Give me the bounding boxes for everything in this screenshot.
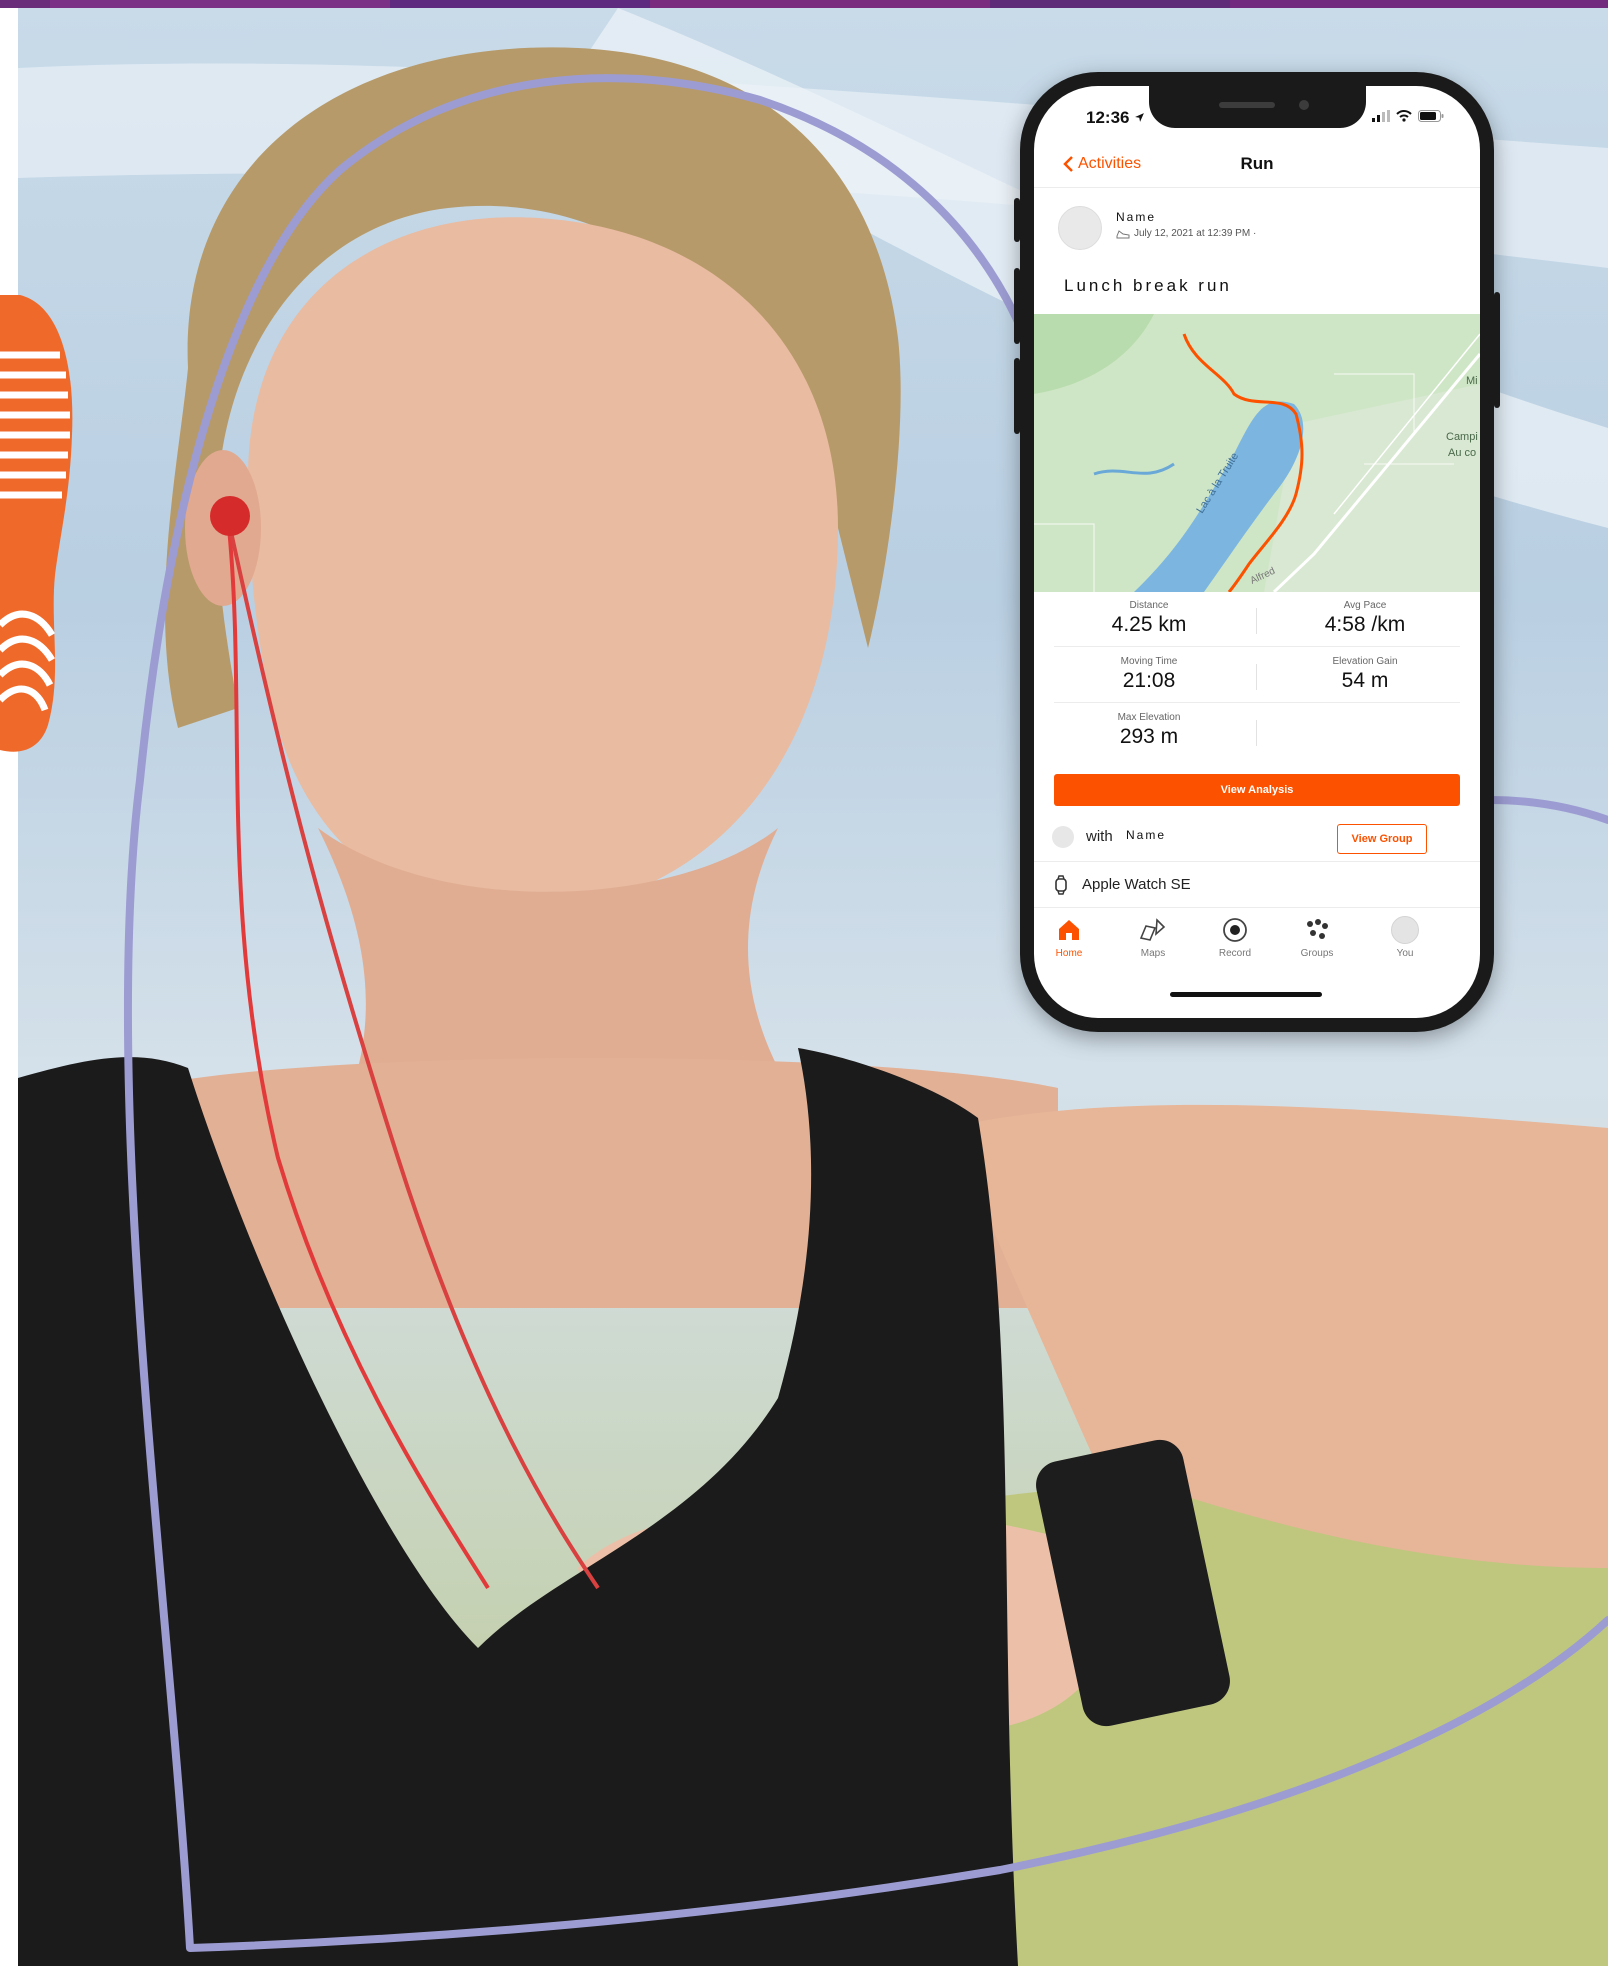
athlete-name[interactable]: Name xyxy=(1116,210,1156,224)
activity-date: July 12, 2021 at 12:39 PM · xyxy=(1116,228,1256,239)
stat-label: Distance xyxy=(1129,600,1169,611)
stat-label: Avg Pace xyxy=(1343,600,1387,611)
tab-you[interactable]: You xyxy=(1370,916,1440,959)
tab-label: Record xyxy=(1218,948,1252,959)
home-indicator[interactable] xyxy=(1170,992,1322,997)
stat-moving-time: Moving Time 21:08 xyxy=(1054,656,1244,693)
stat-distance: Distance 4.25 km xyxy=(1054,600,1244,637)
device-name: Apple Watch SE xyxy=(1082,876,1191,893)
tab-groups[interactable]: Groups xyxy=(1282,916,1352,959)
activity-stats: Distance 4.25 km Avg Pace 4:58 /km Movin… xyxy=(1034,592,1480,772)
divider xyxy=(1256,720,1257,746)
tab-label: Groups xyxy=(1300,948,1334,959)
stat-value: 54 m xyxy=(1341,669,1389,692)
record-icon xyxy=(1223,918,1247,942)
shoe-icon xyxy=(1116,229,1130,238)
group-activity-row: with Name View Group xyxy=(1034,812,1480,862)
map-label-mi: Mi xyxy=(1466,375,1478,387)
top-color-strip xyxy=(0,0,1608,8)
tab-label: Home xyxy=(1055,948,1083,959)
stat-elevation-gain: Elevation Gain 54 m xyxy=(1270,656,1460,693)
phone-screen: 12:36 Activities Run Name July 12, 2021 … xyxy=(1034,86,1480,1018)
phone-volume-up xyxy=(1014,268,1020,344)
battery-icon xyxy=(1418,110,1444,122)
groups-icon xyxy=(1307,919,1328,939)
phone-mute-switch xyxy=(1014,198,1020,242)
map-label-au: Au co xyxy=(1448,447,1476,459)
divider xyxy=(1256,608,1257,634)
device-row: Apple Watch SE xyxy=(1034,862,1480,908)
location-arrow-icon xyxy=(1135,113,1144,122)
group-member-name[interactable]: Name xyxy=(1126,828,1166,842)
view-group-button[interactable]: View Group xyxy=(1337,824,1427,854)
bottom-tab-bar: Home Maps Record Groups You xyxy=(1034,908,1480,978)
map-icon xyxy=(1139,918,1166,941)
divider xyxy=(1054,702,1460,703)
divider xyxy=(1054,646,1460,647)
athlete-header: Name July 12, 2021 at 12:39 PM · Lunch b… xyxy=(1034,188,1480,298)
avatar[interactable] xyxy=(1058,206,1102,250)
shoe-sole-logo-icon xyxy=(0,295,73,752)
activity-title: Lunch break run xyxy=(1064,276,1232,295)
stat-avg-pace: Avg Pace 4:58 /km xyxy=(1270,600,1460,637)
watch-icon xyxy=(1055,875,1067,895)
map-illustration: Lac à la Truite Campi Au co Mi Alfred xyxy=(1034,314,1480,592)
phone-volume-down xyxy=(1014,358,1020,434)
tab-label: Maps xyxy=(1140,948,1166,959)
stat-value: 4:58 /km xyxy=(1324,613,1406,636)
profile-avatar-icon xyxy=(1391,916,1419,944)
map-label-camping: Campi xyxy=(1446,431,1478,443)
view-analysis-button[interactable]: View Analysis xyxy=(1054,774,1460,806)
stat-value: 293 m xyxy=(1119,725,1179,748)
tab-record[interactable]: Record xyxy=(1200,916,1270,959)
tab-maps[interactable]: Maps xyxy=(1118,916,1188,959)
stat-label: Max Elevation xyxy=(1117,712,1181,723)
stat-max-elevation: Max Elevation 293 m xyxy=(1054,712,1244,749)
stat-value: 21:08 xyxy=(1122,669,1176,692)
activity-date-text: July 12, 2021 at 12:39 PM · xyxy=(1134,228,1257,239)
phone-power-button xyxy=(1494,292,1500,408)
status-bar: 12:36 xyxy=(1034,86,1480,138)
stat-label: Moving Time xyxy=(1120,656,1178,667)
divider xyxy=(1256,664,1257,690)
stat-value: 4.25 km xyxy=(1111,613,1187,636)
home-icon xyxy=(1059,920,1079,940)
tab-home[interactable]: Home xyxy=(1034,916,1104,959)
signal-icon xyxy=(1372,110,1390,122)
tab-label: You xyxy=(1396,948,1414,959)
activity-navbar: Activities Run xyxy=(1034,138,1480,188)
stat-label: Elevation Gain xyxy=(1332,656,1398,667)
wifi-icon xyxy=(1396,110,1412,122)
with-label: with xyxy=(1086,828,1113,845)
phone-mockup: 12:36 Activities Run Name July 12, 2021 … xyxy=(1014,72,1500,1032)
status-time: 12:36 xyxy=(1086,108,1130,127)
route-map[interactable]: Lac à la Truite Campi Au co Mi Alfred xyxy=(1034,314,1480,592)
page-title: Run xyxy=(1240,154,1274,173)
avatar[interactable] xyxy=(1052,826,1074,848)
